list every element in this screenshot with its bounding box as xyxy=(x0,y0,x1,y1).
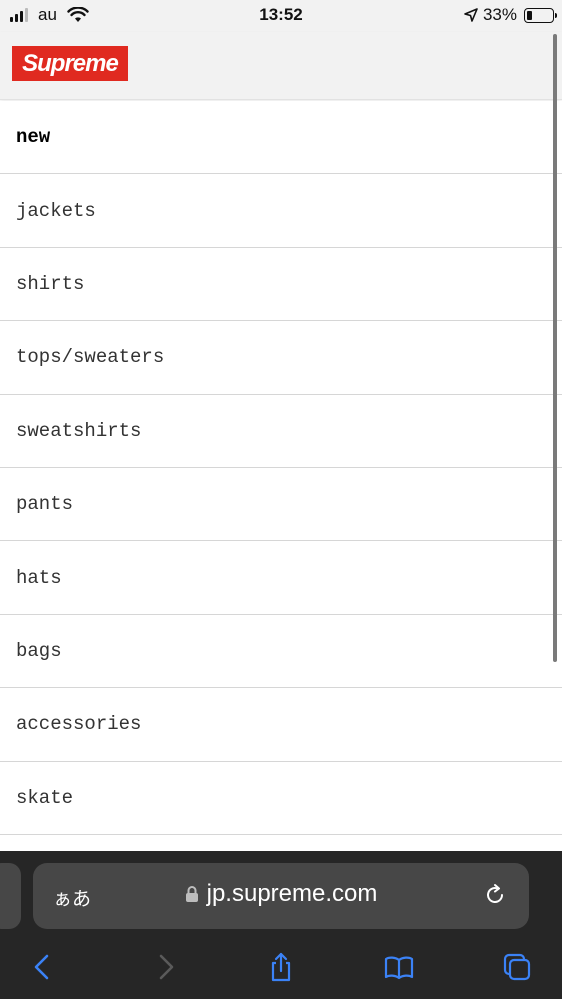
menu-item-hats[interactable]: hats xyxy=(0,541,562,615)
bookmarks-icon xyxy=(384,956,414,980)
menu-item-new[interactable]: new xyxy=(0,101,562,175)
forward-icon xyxy=(159,954,174,980)
category-menu: new jackets shirts tops/sweaters sweatshirts… xyxy=(0,101,562,835)
menu-item-shirts[interactable]: shirts xyxy=(0,247,562,322)
site-header: Supreme xyxy=(0,32,562,100)
menu-item-pants[interactable]: pants xyxy=(0,467,562,542)
battery-fill xyxy=(527,10,533,20)
share-button[interactable] xyxy=(261,947,301,987)
menu-item-accessories[interactable]: accessories xyxy=(0,688,562,762)
menu-item-tops-sweaters[interactable]: tops/sweaters xyxy=(0,321,562,395)
bookmarks-button[interactable] xyxy=(379,947,419,987)
back-button[interactable] xyxy=(23,947,63,987)
battery-icon xyxy=(524,7,557,23)
menu-item-jackets[interactable]: jackets xyxy=(0,174,562,248)
scrollbar[interactable] xyxy=(553,34,557,662)
battery-percent: 33% xyxy=(482,5,517,24)
back-icon xyxy=(34,954,49,980)
url-display[interactable]: jp.supreme.com xyxy=(33,880,529,908)
lock-icon xyxy=(185,886,198,902)
browser-toolbar xyxy=(0,947,562,987)
page: au 13:52 33% Supreme new jackets shirts top… xyxy=(0,0,562,999)
share-icon xyxy=(271,952,291,982)
forward-button[interactable] xyxy=(145,947,185,987)
menu-item-sweatshirts[interactable]: sweatshirts xyxy=(0,394,562,468)
battery-cap xyxy=(555,12,557,18)
menu-item-bags[interactable]: bags xyxy=(0,614,562,689)
menu-item-skate[interactable]: skate xyxy=(0,761,562,835)
previous-tab-preview[interactable] xyxy=(0,863,21,929)
tabs-icon xyxy=(503,953,531,981)
supreme-logo[interactable]: Supreme xyxy=(12,46,128,81)
browser-chrome: ぁあ jp.supreme.com xyxy=(0,851,562,999)
tabs-button[interactable] xyxy=(497,947,537,987)
address-bar[interactable]: ぁあ jp.supreme.com xyxy=(33,863,529,929)
url-text: jp.supreme.com xyxy=(206,880,378,907)
status-right: 33% xyxy=(464,5,557,25)
status-bar: au 13:52 33% xyxy=(0,0,562,32)
location-arrow-icon xyxy=(464,8,478,22)
reload-icon[interactable] xyxy=(483,883,507,907)
